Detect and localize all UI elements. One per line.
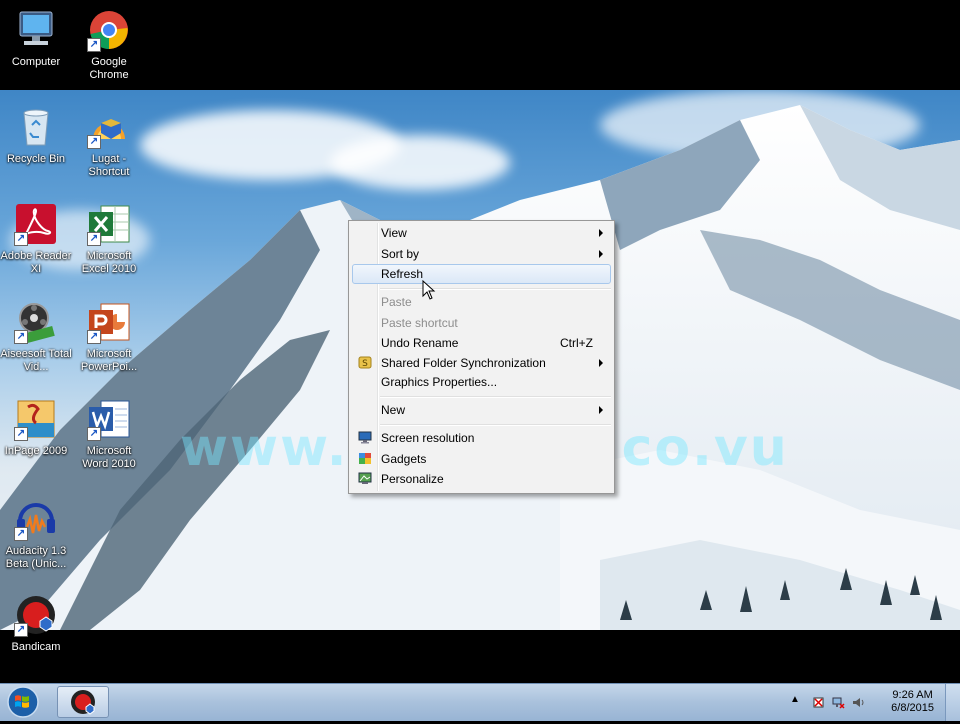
personalize-icon bbox=[358, 472, 372, 485]
desktop-icon-google-chrome[interactable]: ↗ Google Chrome bbox=[73, 8, 145, 82]
menu-item-screen-resolution[interactable]: Screen resolution bbox=[352, 428, 611, 448]
menu-item-label: Gadgets bbox=[381, 452, 427, 466]
desktop-icon-microsoft-powerpoint[interactable]: ↗ Microsoft PowerPoi... bbox=[73, 300, 145, 374]
icon-label: Audacity 1.3 Beta (Unic... bbox=[5, 545, 67, 570]
menu-item-label: Undo Rename bbox=[381, 336, 459, 350]
shortcut-arrow-icon: ↗ bbox=[14, 427, 28, 441]
desktop-icon-bandicam[interactable]: ↗ Bandicam bbox=[0, 593, 72, 654]
aiseesoft-icon: ↗ bbox=[14, 300, 58, 344]
shortcut-arrow-icon: ↗ bbox=[14, 623, 28, 637]
menu-item-label: Screen resolution bbox=[381, 431, 475, 445]
lugat-icon: ↗ bbox=[87, 105, 131, 149]
adobe-reader-icon: ↗ bbox=[14, 202, 58, 246]
desktop-context-menu: View Sort by Refresh Paste Paste shortcu… bbox=[348, 220, 615, 494]
menu-item-label: Graphics Properties... bbox=[381, 375, 498, 389]
menu-item-view[interactable]: View bbox=[352, 223, 611, 243]
bandicam-icon bbox=[71, 690, 95, 715]
icon-label: Microsoft Word 2010 bbox=[82, 445, 136, 470]
clock-time: 9:26 AM bbox=[892, 689, 933, 701]
start-button[interactable] bbox=[3, 685, 43, 719]
powerpoint-icon: ↗ bbox=[87, 300, 131, 344]
audacity-icon: ↗ bbox=[14, 497, 58, 541]
icon-label: Adobe Reader XI bbox=[0, 250, 72, 275]
menu-item-label: Sort by bbox=[381, 247, 420, 261]
menu-item-label: Paste shortcut bbox=[381, 316, 458, 330]
taskbar-button-bandicam[interactable] bbox=[57, 686, 109, 718]
shortcut-arrow-icon: ↗ bbox=[87, 135, 101, 149]
show-desktop-button[interactable] bbox=[945, 684, 960, 721]
menu-item-sort-by[interactable]: Sort by bbox=[352, 244, 611, 264]
menu-item-undo-rename[interactable]: Undo Rename Ctrl+Z bbox=[352, 333, 611, 353]
menu-item-label: Shared Folder Synchronization bbox=[381, 356, 546, 370]
taskbar-clock[interactable]: 9:26 AM 6/8/2015 bbox=[891, 689, 934, 715]
submenu-arrow-icon bbox=[599, 406, 603, 414]
shortcut-arrow-icon: ↗ bbox=[14, 527, 28, 541]
inpage-icon: ↗ bbox=[14, 397, 58, 441]
desktop-icon-inpage[interactable]: ↗ InPage 2009 bbox=[0, 397, 72, 458]
desktop-icon-lugat-shortcut[interactable]: ↗ Lugat - Shortcut bbox=[73, 105, 145, 179]
desktop-icon-microsoft-excel[interactable]: ↗ Microsoft Excel 2010 bbox=[73, 202, 145, 276]
desktop-icon-audacity[interactable]: ↗ Audacity 1.3 Beta (Unic... bbox=[0, 497, 72, 571]
menu-item-paste[interactable]: Paste bbox=[352, 292, 611, 312]
menu-item-paste-shortcut[interactable]: Paste shortcut bbox=[352, 313, 611, 333]
icon-label: Microsoft PowerPoi... bbox=[80, 348, 138, 373]
menu-item-refresh[interactable]: Refresh bbox=[352, 264, 611, 284]
excel-icon: ↗ bbox=[87, 202, 131, 246]
icon-label: Computer bbox=[11, 56, 61, 68]
menu-item-label: View bbox=[381, 226, 407, 240]
shortcut-arrow-icon: ↗ bbox=[14, 330, 28, 344]
shortcut-arrow-icon: ↗ bbox=[14, 232, 28, 246]
menu-item-graphics-properties[interactable]: Graphics Properties... bbox=[352, 372, 611, 392]
icon-label: Aiseesoft Total Vid... bbox=[0, 348, 72, 373]
menu-item-shortcut: Ctrl+Z bbox=[560, 336, 593, 350]
sync-folder-icon: S bbox=[358, 356, 372, 369]
taskbar: ▲ 9:26 AM 6/8/2015 bbox=[0, 683, 960, 721]
shortcut-arrow-icon: ↗ bbox=[87, 427, 101, 441]
submenu-arrow-icon bbox=[599, 229, 603, 237]
computer-icon bbox=[14, 8, 58, 52]
menu-item-label: Personalize bbox=[381, 472, 444, 486]
icon-label: Lugat - Shortcut bbox=[88, 153, 130, 178]
menu-item-label: Refresh bbox=[381, 267, 424, 281]
word-icon: ↗ bbox=[87, 397, 131, 441]
desktop-icon-adobe-reader[interactable]: ↗ Adobe Reader XI bbox=[0, 202, 72, 276]
menu-item-label: Paste bbox=[381, 295, 412, 309]
recycle-bin-icon bbox=[14, 105, 58, 149]
icon-label: InPage 2009 bbox=[4, 445, 68, 457]
clock-date: 6/8/2015 bbox=[891, 702, 934, 714]
shortcut-arrow-icon: ↗ bbox=[87, 232, 101, 246]
svg-text:S: S bbox=[362, 359, 368, 369]
chrome-icon: ↗ bbox=[87, 8, 131, 52]
icon-label: Microsoft Excel 2010 bbox=[81, 250, 137, 275]
windows-logo-icon bbox=[7, 686, 39, 718]
gadgets-icon bbox=[358, 452, 372, 465]
shortcut-arrow-icon: ↗ bbox=[87, 38, 101, 52]
show-hidden-icons-icon[interactable]: ▲ bbox=[790, 694, 800, 705]
icon-label: Bandicam bbox=[11, 641, 61, 653]
system-tray: ▲ 9:26 AM 6/8/2015 bbox=[780, 684, 960, 721]
shortcut-arrow-icon: ↗ bbox=[87, 330, 101, 344]
network-icon[interactable] bbox=[832, 696, 845, 709]
volume-icon[interactable] bbox=[852, 696, 865, 709]
menu-item-gadgets[interactable]: Gadgets bbox=[352, 449, 611, 469]
icon-label: Google Chrome bbox=[89, 56, 129, 81]
monitor-icon bbox=[358, 431, 372, 444]
menu-item-personalize[interactable]: Personalize bbox=[352, 469, 611, 489]
submenu-arrow-icon bbox=[599, 359, 603, 367]
submenu-arrow-icon bbox=[599, 250, 603, 258]
bandicam-icon: ↗ bbox=[14, 593, 58, 637]
desktop-icon-microsoft-word[interactable]: ↗ Microsoft Word 2010 bbox=[73, 397, 145, 471]
desktop-icon-recycle-bin[interactable]: Recycle Bin bbox=[0, 105, 72, 166]
desktop-icon-aiseesoft[interactable]: ↗ Aiseesoft Total Vid... bbox=[0, 300, 72, 374]
menu-item-shared-folder-sync[interactable]: S Shared Folder Synchronization bbox=[352, 353, 611, 373]
menu-item-label: New bbox=[381, 403, 406, 417]
action-center-icon[interactable] bbox=[812, 696, 825, 709]
icon-label: Recycle Bin bbox=[6, 153, 66, 165]
menu-item-new[interactable]: New bbox=[352, 400, 611, 420]
mouse-cursor-icon bbox=[422, 280, 436, 300]
desktop-icon-computer[interactable]: Computer bbox=[0, 8, 72, 69]
